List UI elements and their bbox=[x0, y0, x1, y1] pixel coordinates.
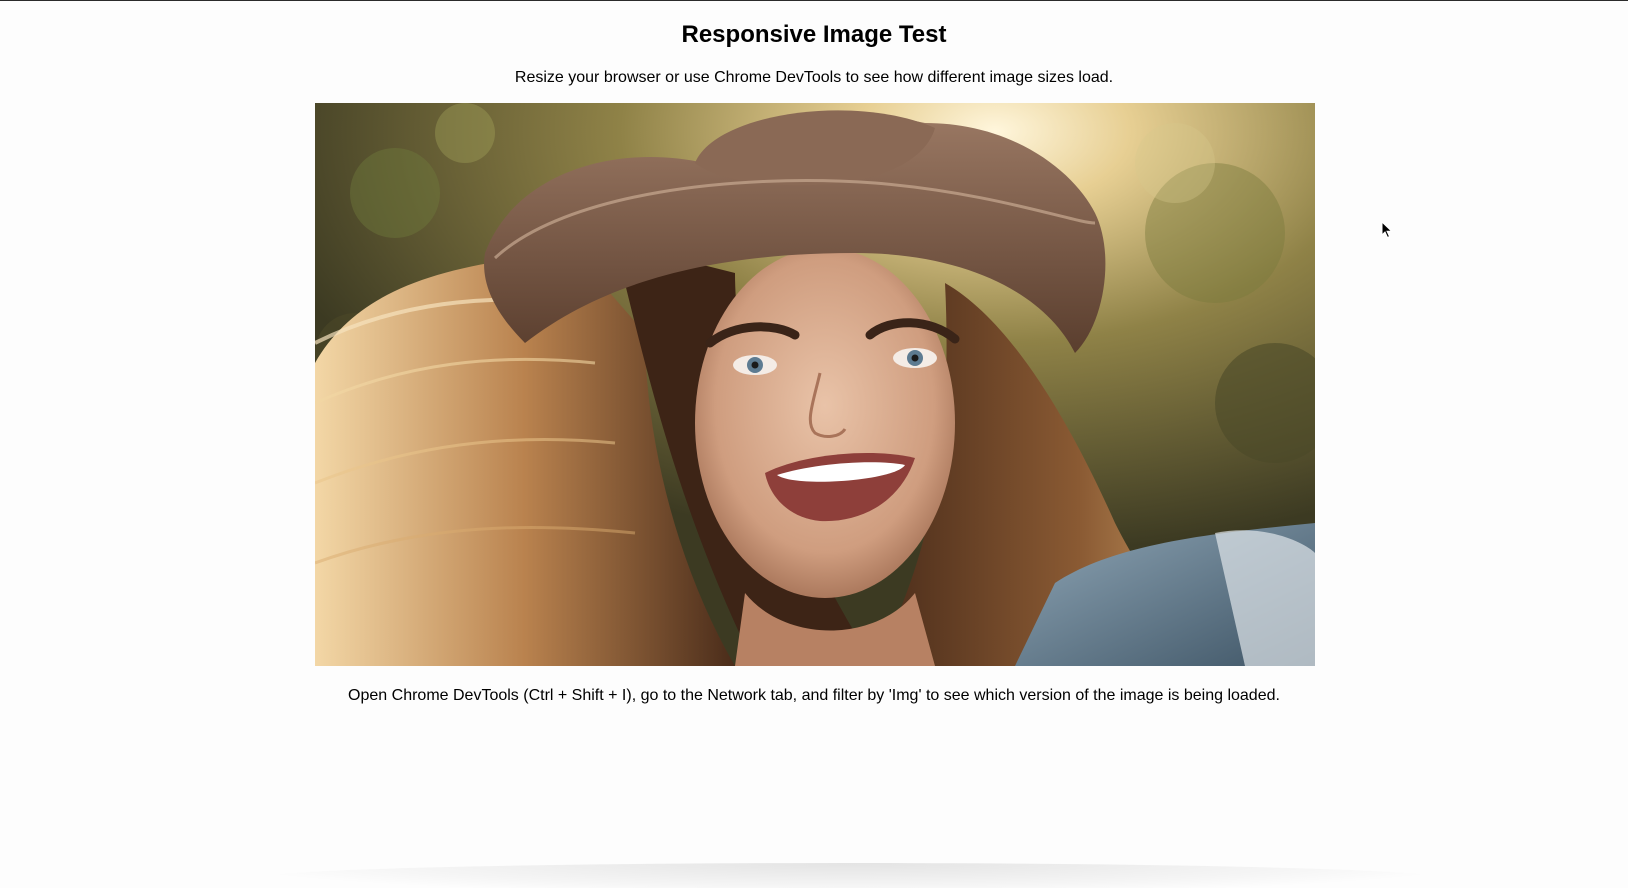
page-title: Responsive Image Test bbox=[681, 21, 947, 48]
responsive-image bbox=[315, 103, 1315, 666]
intro-text: Resize your browser or use Chrome DevToo… bbox=[514, 69, 1114, 86]
arrow-pointer-icon bbox=[1381, 221, 1393, 239]
browser-viewport: Responsive Image Test Resize your browse… bbox=[0, 1, 1628, 888]
instructions-text: Open Chrome DevTools (Ctrl + Shift + I),… bbox=[348, 687, 1280, 704]
window-shadow bbox=[260, 863, 1440, 888]
